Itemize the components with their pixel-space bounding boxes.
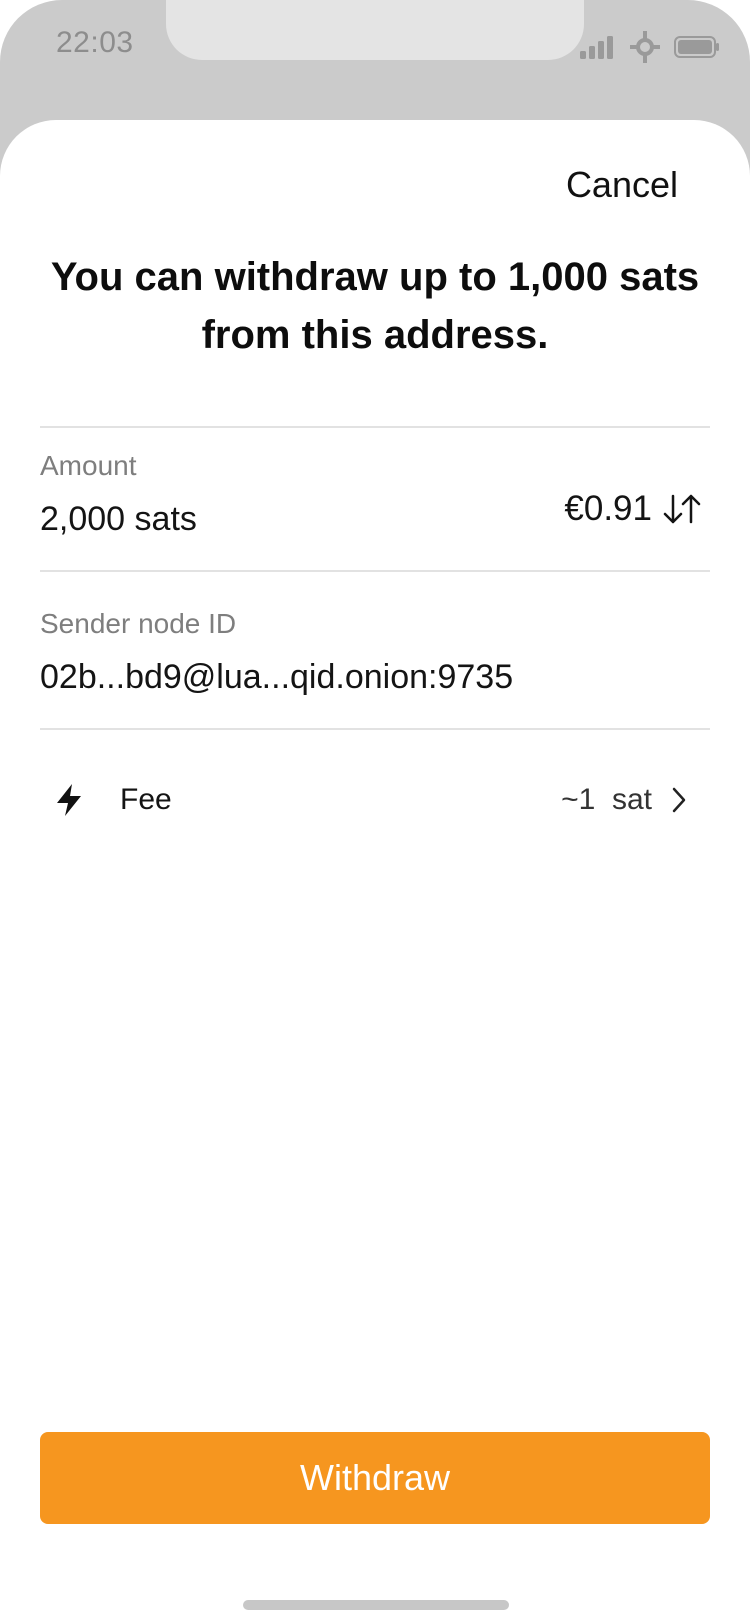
fiat-amount: €0.91	[564, 489, 652, 528]
signal-icon	[580, 36, 613, 59]
amount-label: Amount	[40, 450, 137, 481]
network-icon	[630, 31, 660, 63]
screen: 22:03 Cancel You can withdraw up to 1,00…	[0, 0, 750, 1624]
amount-field[interactable]: 2,000 sats	[40, 500, 197, 539]
divider	[40, 426, 710, 428]
battery-icon	[674, 36, 719, 58]
currency-toggle[interactable]: €0.91	[564, 489, 702, 529]
page-title: You can withdraw up to 1,000 sats from t…	[50, 255, 700, 357]
status-icons	[580, 30, 720, 64]
lightning-icon	[40, 783, 112, 817]
sender-label: Sender node ID	[40, 608, 237, 639]
fee-value: ~1 sat	[561, 783, 652, 816]
status-time: 22:03	[56, 26, 134, 59]
divider	[40, 728, 710, 730]
notch	[166, 0, 584, 60]
sender-node-id: 02b...bd9@lua...qid.onion:9735	[40, 658, 514, 696]
withdraw-button[interactable]: Withdraw	[40, 1432, 710, 1524]
cancel-button[interactable]: Cancel	[566, 164, 678, 206]
withdraw-sheet: Cancel You can withdraw up to 1,000 sats…	[0, 120, 750, 1624]
home-indicator	[243, 1600, 509, 1610]
divider	[40, 570, 710, 572]
swap-arrows-icon	[663, 494, 701, 524]
chevron-right-icon	[672, 787, 686, 813]
fee-row[interactable]: Fee ~1 sat	[40, 770, 710, 830]
fee-label: Fee	[120, 783, 172, 816]
